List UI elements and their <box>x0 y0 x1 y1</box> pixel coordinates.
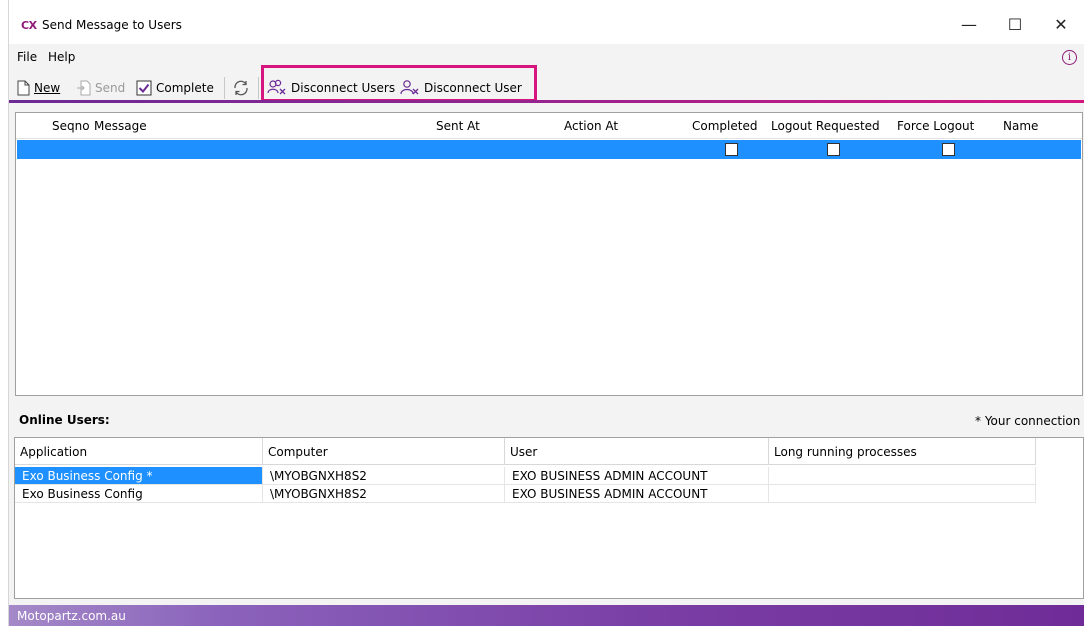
send-icon <box>77 80 91 96</box>
send-message-window: CX Send Message to Users — ☐ ✕ File Help… <box>8 0 1084 626</box>
column-message[interactable]: Message <box>94 119 147 133</box>
toolbar: New Send Complete Disconnect Users Disco… <box>9 73 1084 101</box>
cell-application: Exo Business Config * <box>15 467 263 485</box>
column-logout-requested[interactable]: Logout Requested <box>771 119 880 133</box>
cell-long-running <box>769 485 1036 503</box>
window-title: Send Message to Users <box>42 18 182 32</box>
table-row[interactable] <box>17 140 1081 159</box>
cell-application: Exo Business Config <box>15 485 263 503</box>
cell-user: EXO BUSINESS ADMIN ACCOUNT <box>505 467 769 485</box>
menu-file[interactable]: File <box>17 50 37 64</box>
company-name: Motopartz.com.au <box>17 609 126 623</box>
app-logo: CX <box>21 19 37 32</box>
disconnect-highlight-box <box>261 65 537 102</box>
table-row[interactable]: Exo Business Config \MYOBGNXH8S2 EXO BUS… <box>15 485 1036 503</box>
your-connection-note: * Your connection <box>975 414 1081 428</box>
column-computer[interactable]: Computer <box>263 438 505 465</box>
new-button[interactable]: New <box>17 77 60 99</box>
minimize-button[interactable]: — <box>947 10 991 40</box>
title-bar: CX Send Message to Users — ☐ ✕ <box>9 0 1084 44</box>
new-document-icon <box>17 80 30 96</box>
toolbar-separator <box>258 77 259 99</box>
messages-grid[interactable]: Seqno Message Sent At Action At Complete… <box>15 112 1083 396</box>
close-button[interactable]: ✕ <box>1039 10 1083 40</box>
column-user[interactable]: User <box>505 438 769 465</box>
complete-button[interactable]: Complete <box>136 77 214 99</box>
toolbar-accent-line <box>9 100 1084 103</box>
column-seqno[interactable]: Seqno <box>52 119 90 133</box>
column-name[interactable]: Name <box>1003 119 1038 133</box>
column-completed[interactable]: Completed <box>692 119 757 133</box>
refresh-button[interactable] <box>232 77 254 99</box>
table-row[interactable]: Exo Business Config * \MYOBGNXH8S2 EXO B… <box>15 467 1036 485</box>
info-icon[interactable]: i <box>1062 50 1077 65</box>
online-users-label: Online Users: <box>19 413 110 427</box>
menu-bar: File Help <box>9 46 1084 68</box>
logout-requested-checkbox[interactable] <box>827 143 840 156</box>
cell-user: EXO BUSINESS ADMIN ACCOUNT <box>505 485 769 503</box>
column-application[interactable]: Application <box>15 438 263 465</box>
menu-help[interactable]: Help <box>48 50 75 64</box>
refresh-icon <box>234 80 248 96</box>
send-label: Send <box>95 81 126 95</box>
cell-computer: \MYOBGNXH8S2 <box>263 467 505 485</box>
complete-label: Complete <box>156 81 214 95</box>
toolbar-separator <box>224 77 225 99</box>
cell-computer: \MYOBGNXH8S2 <box>263 485 505 503</box>
maximize-button[interactable]: ☐ <box>993 10 1037 40</box>
force-logout-checkbox[interactable] <box>942 143 955 156</box>
online-users-grid[interactable]: Application Computer User Long running p… <box>14 437 1084 599</box>
column-force-logout[interactable]: Force Logout <box>897 119 974 133</box>
column-long-running-processes[interactable]: Long running processes <box>769 438 1036 465</box>
column-sent-at[interactable]: Sent At <box>436 119 480 133</box>
completed-checkbox[interactable] <box>725 143 738 156</box>
status-bar: Motopartz.com.au <box>9 605 1084 626</box>
checkbox-checked-icon <box>136 80 152 96</box>
send-button[interactable]: Send <box>77 77 125 99</box>
cell-long-running <box>769 467 1036 485</box>
messages-header: Seqno Message Sent At Action At Complete… <box>16 113 1082 139</box>
new-label: New <box>34 81 61 95</box>
column-action-at[interactable]: Action At <box>564 119 618 133</box>
